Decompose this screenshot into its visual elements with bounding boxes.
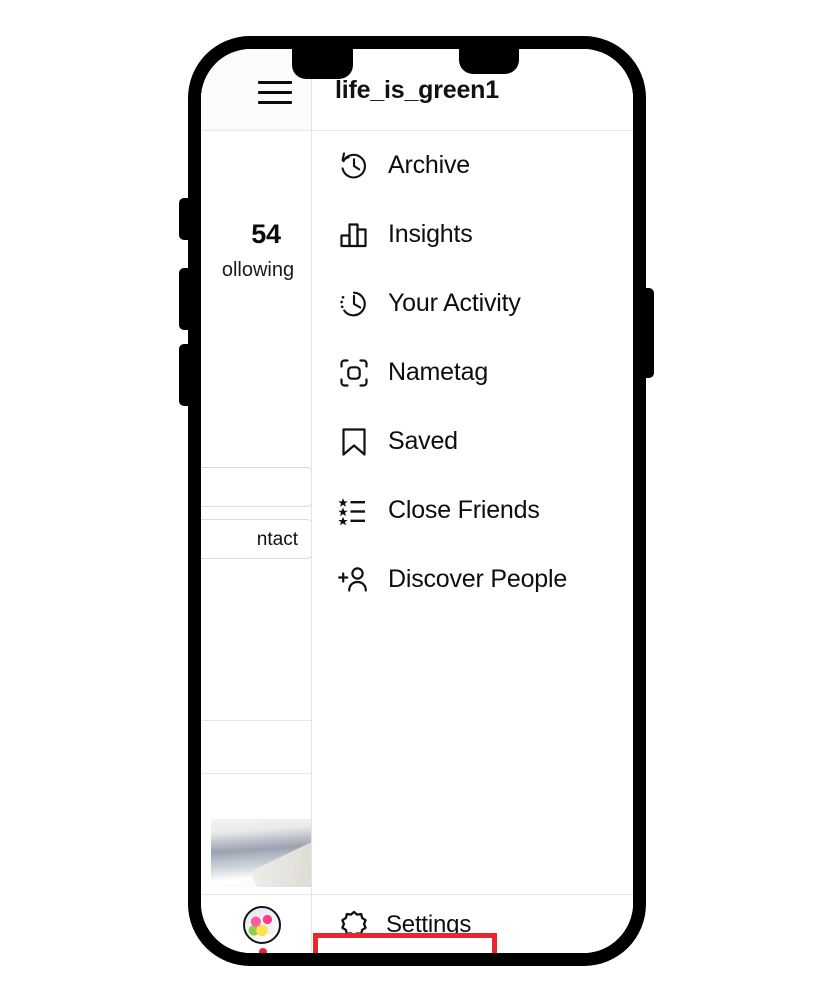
edit-profile-button[interactable] bbox=[201, 467, 313, 507]
menu-item-archive[interactable]: Archive bbox=[312, 131, 633, 200]
star-list-icon bbox=[334, 491, 374, 531]
menu-item-close-friends[interactable]: Close Friends bbox=[312, 476, 633, 545]
bar-chart-icon bbox=[334, 215, 374, 255]
settings-label: Settings bbox=[386, 910, 472, 938]
contact-button[interactable]: ntact bbox=[201, 519, 313, 559]
menu-item-nametag[interactable]: Nametag bbox=[312, 338, 633, 407]
silent-switch-button[interactable] bbox=[179, 198, 191, 240]
activity-clock-icon bbox=[334, 284, 374, 324]
bookmark-icon bbox=[334, 422, 374, 462]
side-menu-panel: life_is_green1 Archive Insights Your Act… bbox=[311, 49, 633, 953]
menu-item-label: Close Friends bbox=[388, 496, 540, 524]
person-add-icon bbox=[334, 560, 374, 600]
username-title: life_is_green1 bbox=[335, 76, 499, 104]
notch-camera-tab bbox=[459, 49, 519, 74]
menu-footer: Settings bbox=[312, 894, 633, 953]
menu-item-discover-people[interactable]: Discover People bbox=[312, 545, 633, 614]
gear-icon bbox=[334, 905, 374, 945]
nametag-scan-icon bbox=[334, 353, 374, 393]
menu-item-label: Insights bbox=[388, 220, 473, 248]
hamburger-menu-icon[interactable] bbox=[258, 81, 292, 104]
avatar[interactable] bbox=[243, 906, 281, 944]
phone-screen: 54 ollowing ntact life_is_green1 Archive… bbox=[201, 49, 633, 953]
menu-item-label: Your Activity bbox=[388, 289, 521, 317]
hamburger-line bbox=[258, 91, 292, 94]
menu-item-label: Archive bbox=[388, 151, 470, 179]
menu-item-your-activity[interactable]: Your Activity bbox=[312, 269, 633, 338]
volume-up-button[interactable] bbox=[179, 268, 191, 330]
contact-button-label: ntact bbox=[256, 529, 298, 550]
hamburger-line bbox=[258, 101, 292, 104]
menu-item-insights[interactable]: Insights bbox=[312, 200, 633, 269]
menu-item-label: Discover People bbox=[388, 565, 568, 593]
power-button[interactable] bbox=[642, 288, 654, 378]
menu-items-list: Archive Insights Your Activity Nametag S… bbox=[312, 131, 633, 614]
menu-item-label: Nametag bbox=[388, 358, 489, 386]
menu-item-label: Saved bbox=[388, 427, 458, 455]
hamburger-line bbox=[258, 81, 292, 84]
notch-speaker-tab bbox=[292, 49, 353, 79]
notification-dot-badge bbox=[259, 948, 267, 953]
archive-clock-icon bbox=[334, 146, 374, 186]
volume-down-button[interactable] bbox=[179, 344, 191, 406]
menu-item-saved[interactable]: Saved bbox=[312, 407, 633, 476]
settings-button[interactable]: Settings bbox=[323, 898, 506, 951]
